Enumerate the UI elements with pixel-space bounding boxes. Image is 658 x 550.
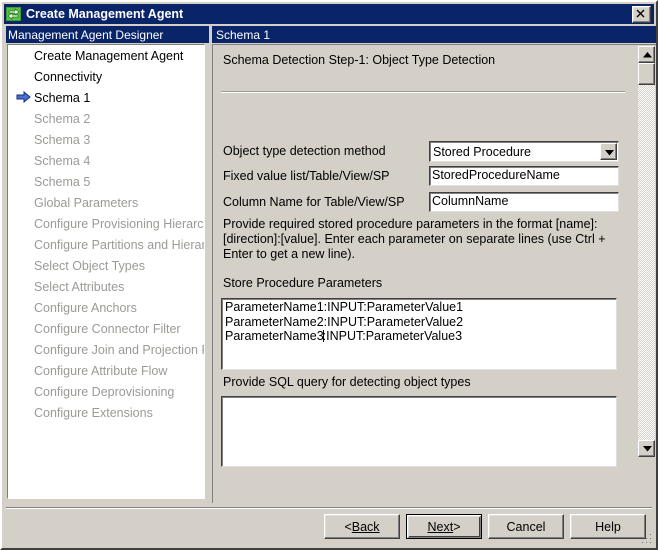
management-agent-icon bbox=[6, 6, 22, 22]
scroll-up-icon[interactable] bbox=[638, 46, 655, 63]
fixed-value-list-label: Fixed value list/Table/View/SP bbox=[223, 169, 390, 183]
detection-method-label: Object type detection method bbox=[223, 144, 386, 158]
arrow-right-icon bbox=[16, 90, 32, 105]
sidebar-item-schema-1[interactable]: Schema 1 bbox=[8, 87, 204, 108]
back-button-prefix: < bbox=[344, 519, 352, 534]
next-button-suffix: > bbox=[453, 519, 461, 534]
sidebar-item-schema-5[interactable]: Schema 5 bbox=[8, 171, 204, 192]
page-title: Schema Detection Step-1: Object Type Det… bbox=[223, 53, 496, 67]
cancel-button[interactable]: Cancel bbox=[488, 514, 564, 539]
sidebar-item-label: Schema 2 bbox=[34, 111, 91, 126]
store-procedure-parameters-textarea[interactable]: ParameterName1:INPUT:ParameterValue1 Par… bbox=[221, 298, 617, 370]
scroll-down-icon[interactable] bbox=[638, 440, 655, 457]
sidebar-item-label: Connectivity bbox=[34, 69, 103, 84]
sql-query-label: Provide SQL query for detecting object t… bbox=[223, 375, 471, 389]
sidebar-item-label: Schema 3 bbox=[34, 132, 91, 147]
sidebar-item-label: Configure Partitions and Hierarchies bbox=[34, 237, 204, 252]
designer-nav-list[interactable]: Create Management Agent Connectivity Sch… bbox=[7, 44, 205, 499]
sidebar-item-label: Global Parameters bbox=[34, 195, 139, 210]
detection-method-value: Stored Procedure bbox=[433, 144, 531, 159]
sidebar-item-schema-2[interactable]: Schema 2 bbox=[8, 108, 204, 129]
sidebar-item-select-attributes[interactable]: Select Attributes bbox=[8, 276, 204, 297]
sidebar-item-label: Select Object Types bbox=[34, 258, 145, 273]
sidebar-item-connectivity[interactable]: Connectivity bbox=[8, 66, 204, 87]
sidebar-item-label: Create Management Agent bbox=[34, 48, 184, 63]
sidebar-item-create-management-agent[interactable]: Create Management Agent bbox=[8, 45, 204, 66]
designer-nav-pane: Management Agent Designer Create Managem… bbox=[6, 26, 209, 503]
detection-method-select[interactable]: Stored Procedure bbox=[429, 141, 619, 162]
sidebar-item-configure-anchors[interactable]: Configure Anchors bbox=[8, 297, 204, 318]
schema-content-pane: Schema 1 Schema Detection Step-1: Object… bbox=[212, 26, 656, 503]
sidebar-item-configure-extensions[interactable]: Configure Extensions bbox=[8, 402, 204, 423]
sidebar-item-label: Configure Attribute Flow bbox=[34, 363, 168, 378]
sidebar-item-schema-4[interactable]: Schema 4 bbox=[8, 150, 204, 171]
sidebar-item-global-parameters[interactable]: Global Parameters bbox=[8, 192, 204, 213]
sidebar-item-label: Configure Anchors bbox=[34, 300, 137, 315]
back-button[interactable]: < Back bbox=[324, 514, 400, 539]
sidebar-item-configure-deprovisioning[interactable]: Configure Deprovisioning bbox=[8, 381, 204, 402]
store-procedure-parameters-label: Store Procedure Parameters bbox=[223, 276, 383, 290]
chevron-down-icon[interactable] bbox=[600, 143, 617, 160]
sidebar-item-label: Configure Extensions bbox=[34, 405, 153, 420]
close-icon[interactable] bbox=[632, 5, 651, 23]
schema-scroll-region: Schema Detection Step-1: Object Type Det… bbox=[213, 45, 627, 502]
window-title: Create Management Agent bbox=[26, 7, 184, 21]
column-name-input[interactable]: ColumnName bbox=[429, 192, 619, 212]
content-vertical-scrollbar[interactable] bbox=[638, 46, 655, 457]
cancel-button-label: Cancel bbox=[506, 519, 546, 534]
create-management-agent-dialog: Create Management Agent Management Agent… bbox=[0, 0, 658, 550]
sidebar-item-configure-connector-filter[interactable]: Configure Connector Filter bbox=[8, 318, 204, 339]
resize-grip[interactable] bbox=[640, 532, 653, 545]
scrollbar-track[interactable] bbox=[638, 63, 655, 440]
scrollbar-thumb[interactable] bbox=[638, 63, 655, 85]
sidebar-item-label: Schema 5 bbox=[34, 174, 91, 189]
button-bar: < Back Next > Cancel Help bbox=[2, 514, 656, 546]
back-button-label: Back bbox=[351, 519, 380, 534]
sidebar-item-label: Configure Provisioning Hierarchy bbox=[34, 216, 205, 231]
sql-query-textarea[interactable] bbox=[221, 396, 617, 467]
next-button-label: Next bbox=[427, 519, 454, 534]
sidebar-item-configure-partitions-and-hierarchies[interactable]: Configure Partitions and Hierarchies bbox=[8, 234, 204, 255]
help-button[interactable]: Help bbox=[570, 514, 646, 539]
sidebar-item-configure-attribute-flow[interactable]: Configure Attribute Flow bbox=[8, 360, 204, 381]
sidebar-item-configure-join-and-projection-rules[interactable]: Configure Join and Projection Rules bbox=[8, 339, 204, 360]
sidebar-item-select-object-types[interactable]: Select Object Types bbox=[8, 255, 204, 276]
sidebar-item-label: Configure Join and Projection Rules bbox=[34, 342, 204, 357]
fixed-value-list-input[interactable]: StoredProcedureName bbox=[429, 166, 619, 186]
column-name-label: Column Name for Table/View/SP bbox=[223, 195, 405, 209]
sidebar-item-label: Configure Connector Filter bbox=[34, 321, 181, 336]
params-text-after-caret: :INPUT:ParameterValue3 bbox=[322, 329, 463, 343]
next-button[interactable]: Next > bbox=[406, 514, 482, 539]
sidebar-item-label: Configure Deprovisioning bbox=[34, 384, 175, 399]
sidebar-item-label: Schema 4 bbox=[34, 153, 91, 168]
designer-nav-header: Management Agent Designer bbox=[6, 26, 209, 43]
help-button-label: Help bbox=[595, 519, 621, 534]
title-divider bbox=[221, 91, 625, 93]
title-bar[interactable]: Create Management Agent bbox=[4, 4, 654, 24]
button-bar-divider bbox=[6, 507, 652, 509]
sidebar-item-configure-provisioning-hierarchy[interactable]: Configure Provisioning Hierarchy bbox=[8, 213, 204, 234]
sidebar-item-label: Select Attributes bbox=[34, 279, 125, 294]
sidebar-item-schema-3[interactable]: Schema 3 bbox=[8, 129, 204, 150]
schema-content-header: Schema 1 bbox=[212, 26, 656, 43]
sidebar-item-label: Schema 1 bbox=[34, 90, 91, 105]
schema-content-body: Schema Detection Step-1: Object Type Det… bbox=[212, 44, 656, 503]
parameters-instructions: Provide required stored procedure parame… bbox=[223, 217, 606, 261]
